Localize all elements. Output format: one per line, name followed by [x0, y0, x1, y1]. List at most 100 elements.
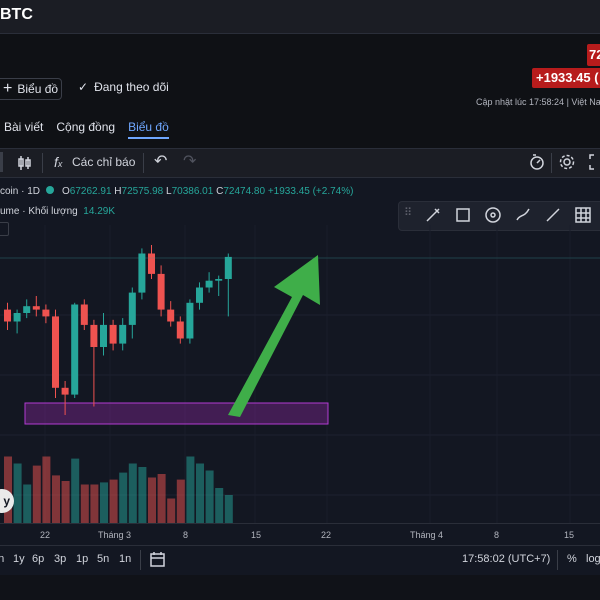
- candle[interactable]: [32, 296, 40, 317]
- check-icon: ✓: [78, 80, 89, 94]
- redo-icon[interactable]: ↷: [183, 151, 196, 171]
- tab-chart[interactable]: Biểu đồ: [128, 120, 169, 139]
- grid-icon[interactable]: [574, 206, 592, 224]
- following-button[interactable]: ✓ Đang theo dõi: [78, 80, 169, 94]
- clock-timezone[interactable]: 17:58:02 (UTC+7): [462, 553, 550, 565]
- volume-bar: [128, 463, 137, 523]
- range-1p[interactable]: 1p: [76, 553, 88, 565]
- fullscreen-icon[interactable]: [588, 153, 600, 171]
- toolbar-separator: [140, 550, 141, 570]
- tab-community[interactable]: Cộng đồng: [56, 120, 115, 139]
- candle[interactable]: [176, 316, 184, 344]
- support-zone[interactable]: [24, 402, 329, 425]
- x-tick: Tháng 4: [410, 530, 444, 540]
- range-5n[interactable]: 5n: [0, 553, 4, 565]
- calendar-icon[interactable]: [149, 551, 166, 568]
- candle[interactable]: [119, 318, 127, 351]
- candle[interactable]: [13, 309, 21, 334]
- rectangle-icon[interactable]: [454, 206, 472, 224]
- candle[interactable]: [148, 245, 155, 279]
- volume-bar: [196, 463, 204, 523]
- candle[interactable]: [128, 287, 136, 339]
- candle[interactable]: [42, 304, 50, 324]
- candle-body: [52, 316, 59, 388]
- volume-bar: [52, 475, 60, 523]
- candle[interactable]: [167, 301, 175, 327]
- candle-body: [109, 324, 117, 344]
- candle-body: [176, 321, 184, 339]
- candle-body: [71, 304, 79, 395]
- candle-body: [205, 280, 213, 288]
- range-1d[interactable]: 1n: [119, 553, 131, 565]
- toolbar-separator: [557, 550, 558, 570]
- change-value: +1933.45 (+2.74%): [267, 186, 354, 197]
- candle-body: [23, 306, 31, 313]
- candles-icon[interactable]: [16, 154, 34, 172]
- volume-bar: [167, 498, 176, 523]
- candle-body: [4, 309, 11, 322]
- candle[interactable]: [109, 319, 117, 351]
- candle[interactable]: [100, 313, 107, 356]
- candle-body: [196, 287, 203, 303]
- candle-body: [167, 309, 175, 322]
- range-5d[interactable]: 5n: [97, 553, 109, 565]
- volume-bar: [61, 481, 70, 523]
- trend-line-icon[interactable]: [544, 206, 562, 224]
- brush-icon[interactable]: [424, 206, 442, 224]
- candle[interactable]: [196, 282, 203, 310]
- candle[interactable]: [52, 309, 59, 398]
- candle-body: [32, 306, 40, 310]
- footer-strip: [0, 575, 600, 600]
- ohlc-legend: coin · 1D O67262.91 H72575.98 L70386.01 C…: [0, 186, 353, 197]
- candle-body: [157, 273, 165, 310]
- close-value: 72474.80: [223, 186, 266, 197]
- toolbar-separator: [42, 153, 43, 173]
- volume-value: 14.29K: [83, 206, 115, 217]
- x-tick: 22: [321, 530, 332, 540]
- candle-body: [148, 253, 155, 274]
- volume-bar: [205, 470, 214, 523]
- undo-icon[interactable]: ↶: [154, 151, 167, 171]
- candle-body: [61, 387, 69, 395]
- change-badge: +1933.45 (: [532, 68, 600, 88]
- circle-icon[interactable]: [484, 206, 502, 224]
- drag-handle-icon[interactable]: ⠿: [404, 206, 412, 219]
- candle-body: [138, 253, 146, 293]
- candle[interactable]: [205, 272, 213, 293]
- plus-icon: +: [3, 80, 13, 97]
- pen-icon[interactable]: [514, 206, 532, 224]
- top-bar: [0, 0, 600, 34]
- indicators-button[interactable]: Các chỉ báo: [72, 155, 135, 169]
- chart-button[interactable]: + Biểu đồ: [0, 78, 62, 100]
- x-tick: 22: [40, 530, 51, 540]
- volume-bar: [32, 465, 41, 523]
- candle[interactable]: [80, 299, 88, 330]
- high-value: 72575.98: [121, 186, 164, 197]
- range-6p[interactable]: 6p: [32, 553, 44, 565]
- trend-arrow[interactable]: [228, 255, 320, 417]
- candle[interactable]: [157, 265, 165, 317]
- toolbar-separator: [0, 152, 3, 172]
- candle[interactable]: [71, 302, 79, 398]
- volume-bar: [80, 484, 89, 523]
- candle[interactable]: [186, 299, 194, 344]
- percent-toggle[interactable]: %: [567, 553, 577, 565]
- candle[interactable]: [90, 319, 98, 407]
- tab-posts[interactable]: Bài viết: [4, 120, 43, 139]
- candle[interactable]: [4, 302, 11, 330]
- candle-body: [80, 304, 88, 325]
- log-toggle[interactable]: log: [586, 553, 600, 565]
- candle[interactable]: [215, 275, 223, 296]
- volume-bar: [215, 488, 224, 523]
- range-3p[interactable]: 3p: [54, 553, 66, 565]
- range-1y[interactable]: 1y: [13, 553, 25, 565]
- volume-bar: [42, 456, 51, 523]
- price-badge: 72: [587, 44, 600, 66]
- candle-body: [215, 279, 223, 281]
- candle[interactable]: [138, 248, 146, 300]
- candle[interactable]: [224, 253, 232, 317]
- toolbar-separator: [551, 153, 552, 173]
- settings-gear-icon[interactable]: [558, 153, 576, 171]
- volume-bar: [71, 458, 80, 523]
- alert-clock-icon[interactable]: [528, 153, 546, 171]
